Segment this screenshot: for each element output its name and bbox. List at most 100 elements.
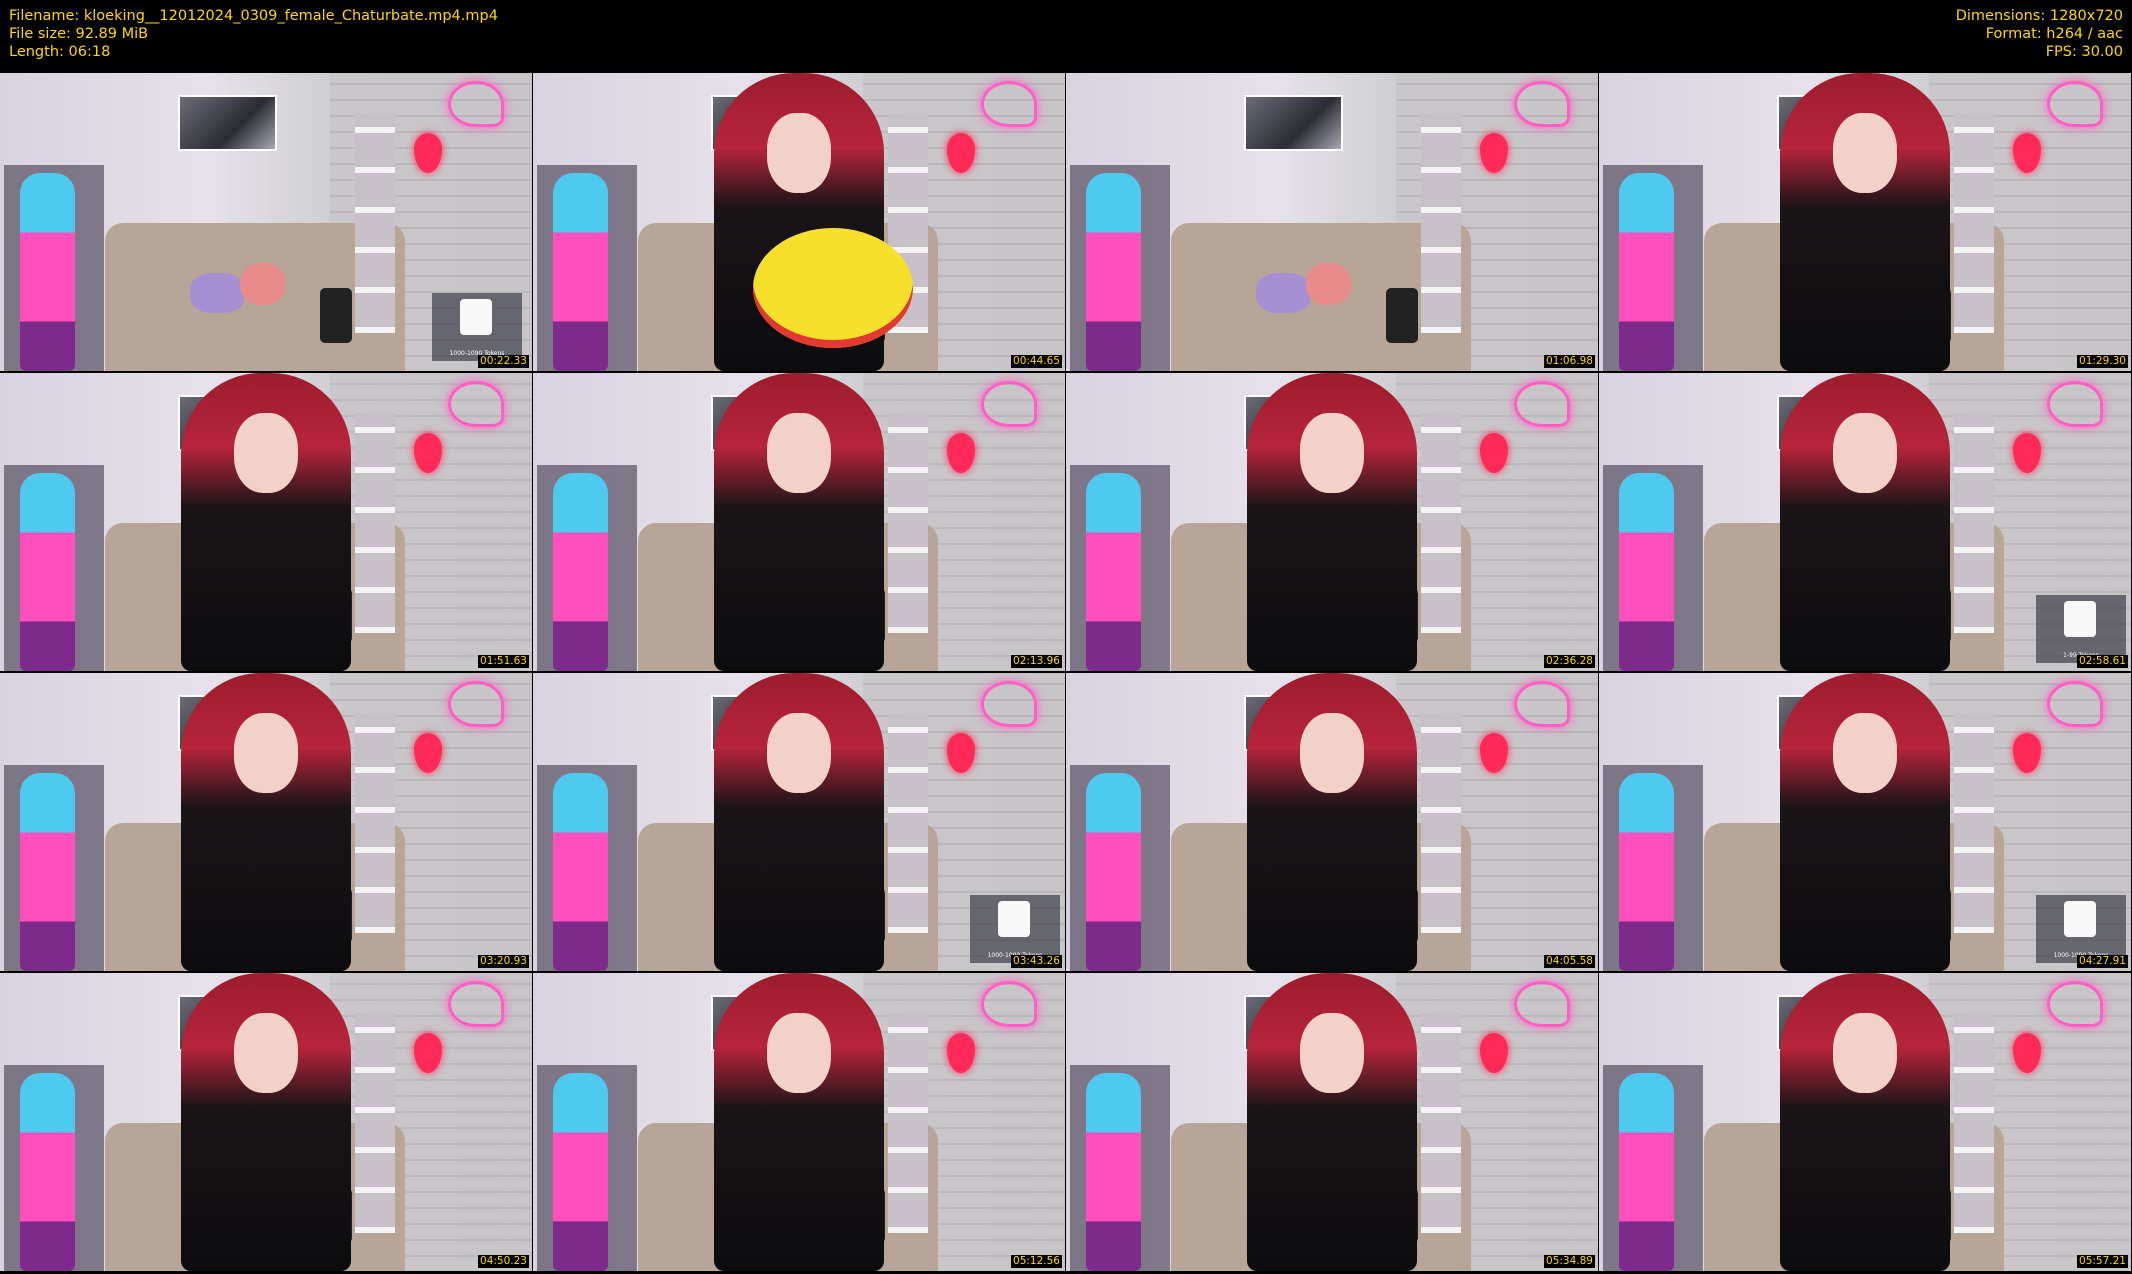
neon-sign [1514,681,1570,727]
video-thumbnail[interactable]: 05:12.56 [533,973,1065,1271]
video-thumbnail[interactable]: 1000-1090 Tokens 00:22.33 [0,73,532,371]
streamer-face [1833,1013,1897,1093]
anime-character-overlay [553,173,608,371]
streamer-face [767,1013,831,1093]
video-thumbnail[interactable]: 05:34.89 [1066,973,1598,1271]
shelf [888,713,928,933]
streamer [1780,373,1950,671]
video-thumbnail[interactable]: 1-99 Tokens02:58.61 [1599,373,2131,671]
timestamp-label: 05:12.56 [1011,1255,1062,1268]
tip-icon [998,901,1030,937]
shelf [1421,1013,1461,1233]
purple-pillow [190,273,245,313]
shelf [1421,413,1461,633]
speaker [320,288,352,343]
streamer-face [234,413,298,493]
tip-notification: 1000-1090 Tokens [432,293,522,361]
video-thumbnail[interactable]: 1000-1090 Tokens03:43.26 [533,673,1065,971]
tip-notification: 1-99 Tokens [2036,595,2126,663]
streamer-face [1300,713,1364,793]
video-thumbnail[interactable]: 00:44.65 [533,73,1065,371]
streamer [181,973,351,1271]
neon-sign [2047,81,2103,127]
shelf [888,1013,928,1233]
video-thumbnail[interactable]: 02:36.28 [1066,373,1598,671]
shelf [888,413,928,633]
anime-character-overlay [553,1073,608,1271]
neon-sign [2047,381,2103,427]
neon-sign [448,681,504,727]
video-thumbnail[interactable]: 03:20.93 [0,673,532,971]
neon-sign [1514,381,1570,427]
streamer-face [234,713,298,793]
streamer-face [1833,113,1897,193]
timestamp-label: 04:05.58 [1544,955,1595,968]
streamer [714,373,884,671]
streamer [714,673,884,971]
shelf [355,413,395,633]
streamer [181,673,351,971]
straw-hat [753,228,913,348]
streamer-face [1300,1013,1364,1093]
streamer [1247,673,1417,971]
length-label: Length: 06:18 [9,44,111,60]
neon-sign [981,681,1037,727]
streamer [1780,973,1950,1271]
anime-character-overlay [1619,473,1674,671]
neon-sign [981,381,1037,427]
video-thumbnail[interactable]: 01:51.63 [0,373,532,671]
timestamp-label: 04:27.91 [2077,955,2128,968]
video-thumbnail[interactable]: 02:13.96 [533,373,1065,671]
tip-icon [2064,901,2096,937]
shelf [1954,713,1994,933]
video-thumbnail[interactable]: 01:29.30 [1599,73,2131,371]
video-thumbnail[interactable]: 05:57.21 [1599,973,2131,1271]
shelf [355,1013,395,1233]
timestamp-label: 00:44.65 [1011,355,1062,368]
shelf [1421,113,1461,333]
filesize-label: File size: 92.89 MiB [9,26,149,42]
streamer-face [1833,713,1897,793]
timestamp-label: 05:57.21 [2077,1255,2128,1268]
neon-sign [981,81,1037,127]
anime-character-overlay [20,173,75,371]
timestamp-label: 01:29.30 [2077,355,2128,368]
dimensions-label: Dimensions: 1280x720 [1955,8,2123,24]
timestamp-label: 00:22.33 [478,355,529,368]
shelf [1954,413,1994,633]
timestamp-label: 02:13.96 [1011,655,1062,668]
anime-character-overlay [1086,773,1141,971]
streamer [714,973,884,1271]
wall-poster [178,95,277,151]
streamer-face [234,1013,298,1093]
anime-character-overlay [1619,773,1674,971]
anime-character-overlay [20,1073,75,1271]
tip-notification: 1000-1090 Tokens [970,895,1060,963]
video-thumbnail[interactable]: 04:50.23 [0,973,532,1271]
anime-character-overlay [1086,173,1141,371]
streamer-face [1833,413,1897,493]
video-thumbnail[interactable]: 1000-1090 Tokens04:27.91 [1599,673,2131,971]
shelf [1954,1013,1994,1233]
video-thumbnail[interactable]: 04:05.58 [1066,673,1598,971]
anime-character-overlay [1086,473,1141,671]
shelf [355,113,395,333]
anime-character-overlay [1619,1073,1674,1271]
timestamp-label: 03:43.26 [1011,955,1062,968]
filename-label: Filename: kloeking__12012024_0309_female… [9,8,498,24]
tip-icon [2064,601,2096,637]
streamer [1247,373,1417,671]
anime-character-overlay [20,473,75,671]
streamer [1780,673,1950,971]
timestamp-label: 01:06.98 [1544,355,1595,368]
anime-character-overlay [1086,1073,1141,1271]
streamer [181,373,351,671]
neon-sign [2047,681,2103,727]
video-thumbnail[interactable]: 01:06.98 [1066,73,1598,371]
shelf [1954,113,1994,333]
streamer-face [767,113,831,193]
streamer-face [767,713,831,793]
streamer-face [767,413,831,493]
strawberry-pillow [240,263,285,305]
streamer [1780,73,1950,371]
